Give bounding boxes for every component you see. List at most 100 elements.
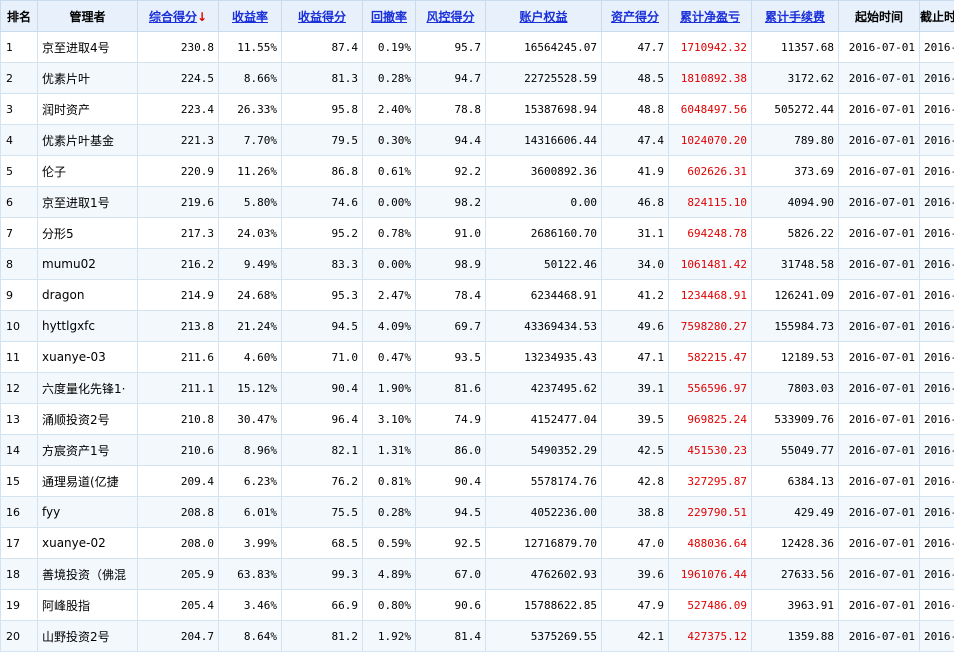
- cell-composite-score: 208.0: [138, 528, 219, 559]
- cell-drawdown: 0.28%: [363, 497, 416, 528]
- cell-end-time: 2016-07-13: [920, 590, 954, 621]
- table-row: 2优素片叶224.58.66%81.30.28%94.722725528.594…: [1, 63, 954, 94]
- header-rank: 排名: [1, 1, 38, 32]
- header-end-time: 截止时间: [920, 1, 954, 32]
- cell-composite-score: 204.7: [138, 621, 219, 652]
- cell-risk-score: 92.5: [416, 528, 486, 559]
- table-row: 6京至进取1号219.65.80%74.60.00%98.20.0046.882…: [1, 187, 954, 218]
- cell-start-time: 2016-07-01: [839, 404, 920, 435]
- sort-link-asset-score[interactable]: 资产得分: [611, 10, 659, 24]
- cell-risk-score: 94.5: [416, 497, 486, 528]
- cell-return-rate: 21.24%: [219, 311, 282, 342]
- sort-link-risk-score[interactable]: 风控得分: [426, 10, 474, 24]
- cell-return-rate: 11.26%: [219, 156, 282, 187]
- cell-end-time: 2016-07-13: [920, 32, 954, 63]
- cell-equity: 13234935.43: [486, 342, 602, 373]
- cell-return-rate: 3.99%: [219, 528, 282, 559]
- cell-composite-score: 224.5: [138, 63, 219, 94]
- cell-composite-score: 220.9: [138, 156, 219, 187]
- cell-asset-score: 42.8: [602, 466, 669, 497]
- cell-end-time: 2016-07-13: [920, 63, 954, 94]
- cell-return-score: 95.3: [282, 280, 363, 311]
- cell-equity: 15387698.94: [486, 94, 602, 125]
- table-row: 11xuanye-03211.64.60%71.00.47%93.5132349…: [1, 342, 954, 373]
- header-equity[interactable]: 账户权益: [486, 1, 602, 32]
- header-asset-score[interactable]: 资产得分: [602, 1, 669, 32]
- cell-drawdown: 1.31%: [363, 435, 416, 466]
- cell-risk-score: 90.4: [416, 466, 486, 497]
- cell-net-pnl: 1810892.38: [669, 63, 752, 94]
- cell-rank: 20: [1, 621, 38, 652]
- cell-risk-score: 78.8: [416, 94, 486, 125]
- header-composite-score[interactable]: 综合得分↓: [138, 1, 219, 32]
- cell-net-pnl: 427375.12: [669, 621, 752, 652]
- header-net-pnl[interactable]: 累计净盈亏: [669, 1, 752, 32]
- sort-link-equity[interactable]: 账户权益: [519, 10, 567, 24]
- cell-equity: 3600892.36: [486, 156, 602, 187]
- cell-fees: 3963.91: [752, 590, 839, 621]
- cell-return-score: 75.5: [282, 497, 363, 528]
- cell-return-score: 94.5: [282, 311, 363, 342]
- cell-drawdown: 3.10%: [363, 404, 416, 435]
- table-row: 19阿峰股指205.43.46%66.90.80%90.615788622.85…: [1, 590, 954, 621]
- cell-return-rate: 3.46%: [219, 590, 282, 621]
- cell-equity: 43369434.53: [486, 311, 602, 342]
- cell-equity: 50122.46: [486, 249, 602, 280]
- cell-return-rate: 4.60%: [219, 342, 282, 373]
- cell-start-time: 2016-07-01: [839, 559, 920, 590]
- sort-link-drawdown[interactable]: 回撤率: [371, 10, 407, 24]
- cell-composite-score: 230.8: [138, 32, 219, 63]
- cell-drawdown: 0.80%: [363, 590, 416, 621]
- header-return-score[interactable]: 收益得分: [282, 1, 363, 32]
- table-row: 3润时资产223.426.33%95.82.40%78.815387698.94…: [1, 94, 954, 125]
- sort-link-composite-score[interactable]: 综合得分: [149, 10, 197, 24]
- cell-return-score: 76.2: [282, 466, 363, 497]
- cell-fees: 505272.44: [752, 94, 839, 125]
- header-risk-score[interactable]: 风控得分: [416, 1, 486, 32]
- cell-start-time: 2016-07-01: [839, 63, 920, 94]
- cell-asset-score: 48.8: [602, 94, 669, 125]
- cell-asset-score: 42.5: [602, 435, 669, 466]
- cell-manager: fyy: [38, 497, 138, 528]
- cell-drawdown: 0.30%: [363, 125, 416, 156]
- cell-return-score: 66.9: [282, 590, 363, 621]
- header-fees[interactable]: 累计手续费: [752, 1, 839, 32]
- cell-composite-score: 211.1: [138, 373, 219, 404]
- cell-drawdown: 0.28%: [363, 63, 416, 94]
- header-return-rate[interactable]: 收益率: [219, 1, 282, 32]
- cell-end-time: 2016-07-13: [920, 280, 954, 311]
- cell-start-time: 2016-07-01: [839, 311, 920, 342]
- cell-drawdown: 0.47%: [363, 342, 416, 373]
- cell-rank: 3: [1, 94, 38, 125]
- cell-manager: 涌顺投资2号: [38, 404, 138, 435]
- cell-end-time: 2016-07-13: [920, 528, 954, 559]
- header-drawdown[interactable]: 回撤率: [363, 1, 416, 32]
- cell-manager: 山野投资2号: [38, 621, 138, 652]
- sort-link-return-score[interactable]: 收益得分: [298, 10, 346, 24]
- cell-drawdown: 0.19%: [363, 32, 416, 63]
- cell-end-time: 2016-07-13: [920, 342, 954, 373]
- cell-fees: 155984.73: [752, 311, 839, 342]
- cell-manager: 方宸资产1号: [38, 435, 138, 466]
- cell-drawdown: 4.09%: [363, 311, 416, 342]
- cell-return-score: 86.8: [282, 156, 363, 187]
- cell-equity: 15788622.85: [486, 590, 602, 621]
- table-row: 10hyttlgxfc213.821.24%94.54.09%69.743369…: [1, 311, 954, 342]
- cell-composite-score: 205.9: [138, 559, 219, 590]
- cell-return-rate: 30.47%: [219, 404, 282, 435]
- sort-link-fees[interactable]: 累计手续费: [765, 10, 825, 24]
- sort-link-net-pnl[interactable]: 累计净盈亏: [680, 10, 740, 24]
- sort-link-return-rate[interactable]: 收益率: [232, 10, 268, 24]
- cell-net-pnl: 602626.31: [669, 156, 752, 187]
- cell-asset-score: 47.7: [602, 32, 669, 63]
- cell-manager: hyttlgxfc: [38, 311, 138, 342]
- cell-composite-score: 214.9: [138, 280, 219, 311]
- cell-end-time: 2016-07-13: [920, 187, 954, 218]
- cell-risk-score: 98.2: [416, 187, 486, 218]
- cell-net-pnl: 527486.09: [669, 590, 752, 621]
- cell-net-pnl: 1061481.42: [669, 249, 752, 280]
- cell-risk-score: 92.2: [416, 156, 486, 187]
- cell-return-score: 96.4: [282, 404, 363, 435]
- table-header-row: 排名 管理者 综合得分↓ 收益率 收益得分 回撤率 风控得分 账户权益 资产得分…: [1, 1, 954, 32]
- cell-fees: 789.80: [752, 125, 839, 156]
